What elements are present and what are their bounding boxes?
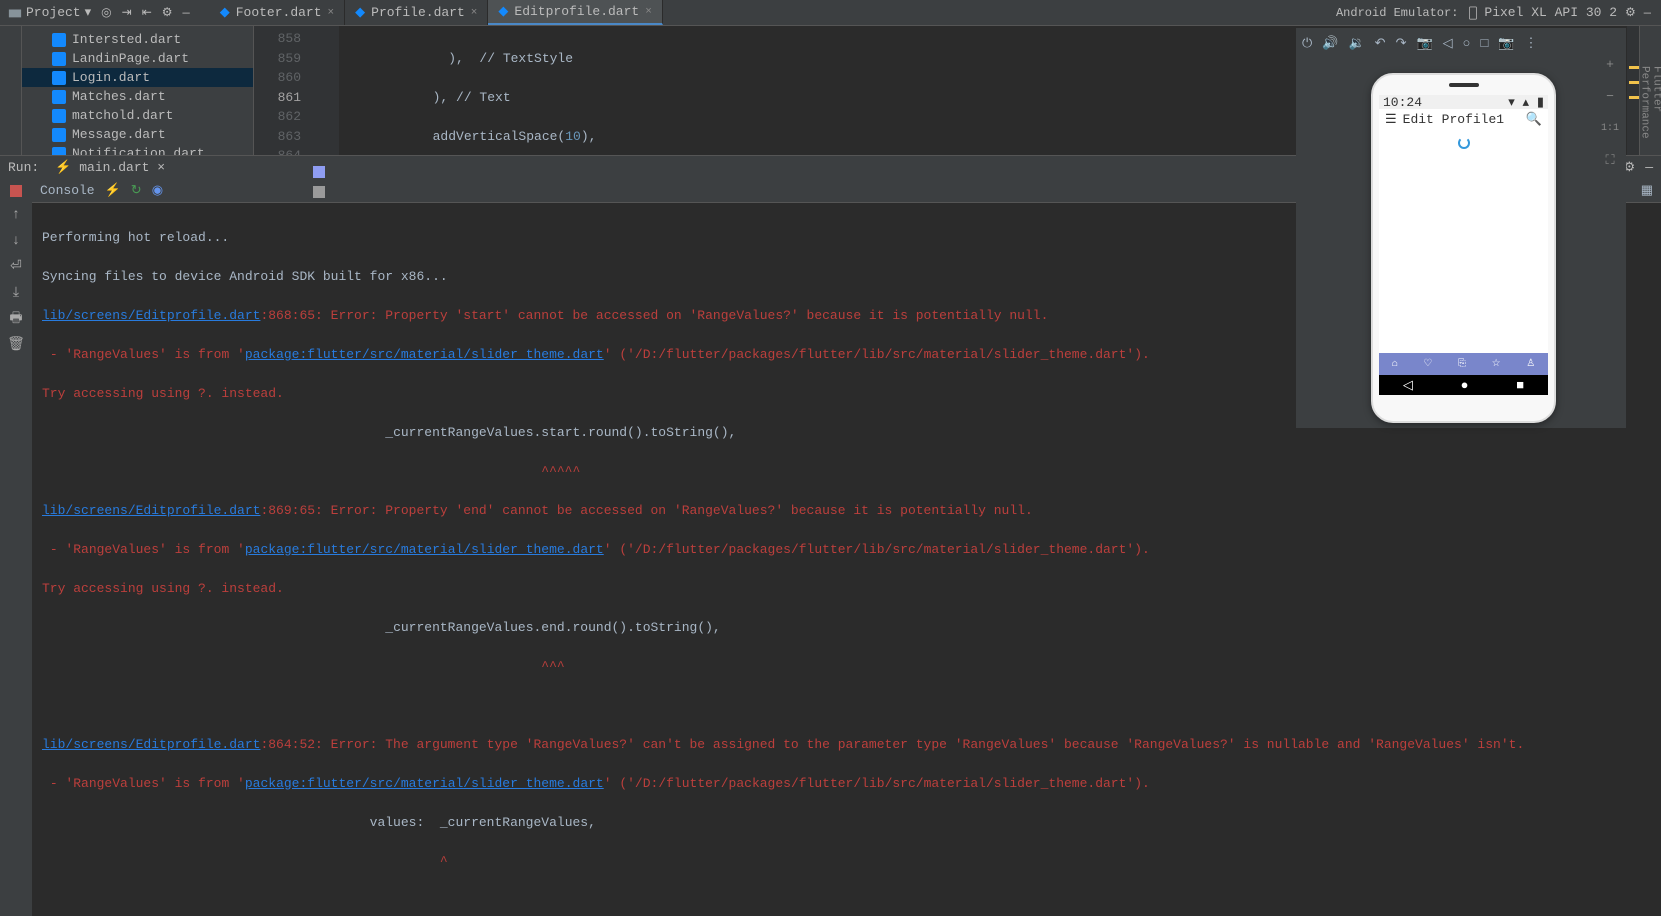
print-icon[interactable]: 🖶 [8, 311, 24, 327]
top-toolbar: Project ▾ ◎ ⇥ ⇤ ⚙ — ◆Footer.dart×◆Profil… [0, 0, 1661, 26]
dart-file-icon [52, 90, 66, 104]
dart-file-icon [52, 71, 66, 85]
emulator-panel: ⏻ 🔊 🔉 ↶ ↷ 📷 ◁ ○ □ 📷 ⋮ 10:24▾ ▴ ▮ ☰ Edit … [1296, 28, 1626, 428]
console-layout-icon[interactable]: ▦ [1641, 183, 1653, 198]
color-swatch-blue [313, 166, 325, 178]
home-icon[interactable]: ○ [1463, 36, 1471, 51]
run-config-tab[interactable]: ⚡ main.dart × [49, 158, 171, 177]
scroll-icon[interactable]: ⤓ [8, 285, 24, 301]
overview-icon[interactable]: □ [1480, 36, 1488, 51]
zoom-in-button[interactable]: + [1600, 54, 1620, 74]
trash-icon[interactable]: 🗑 [8, 337, 24, 353]
nav-inbox-icon[interactable]: ⎘ [1458, 358, 1466, 370]
dart-file-icon [52, 33, 66, 47]
up-icon[interactable]: ↑ [8, 207, 24, 223]
toolbar-gear-icon[interactable]: ⚙ [1625, 5, 1636, 20]
zoom-ratio-label: 1:1 [1600, 118, 1620, 138]
error-stripe[interactable] [1627, 26, 1639, 155]
phone-icon [1466, 6, 1480, 20]
tree-file-item[interactable]: Login.dart [22, 68, 253, 87]
project-tree[interactable]: Intersted.dartLandinPage.dartLogin.dartM… [22, 26, 254, 155]
stop-button[interactable] [10, 185, 22, 197]
hide-icon[interactable]: — [183, 6, 190, 20]
expand-icon[interactable]: ⇥ [122, 5, 132, 20]
sys-recent-icon[interactable]: ■ [1516, 378, 1524, 393]
minimize-icon[interactable]: — [1644, 6, 1651, 20]
rotate-right-icon[interactable]: ↷ [1396, 36, 1407, 51]
nav-user-icon[interactable]: ♙ [1526, 358, 1535, 370]
tree-file-item[interactable]: Notification.dart [22, 144, 253, 155]
phone-status-bar: 10:24▾ ▴ ▮ [1379, 95, 1548, 109]
dart-file-icon [52, 128, 66, 142]
flutter-performance-tab[interactable]: Flutter Performance [1639, 66, 1661, 139]
devtools-icon[interactable]: ◉ [152, 183, 163, 198]
wrap-icon[interactable]: ⏎ [8, 259, 24, 275]
device-selector[interactable]: Pixel XL API 30 2 [1466, 5, 1617, 20]
app-header: ☰ Edit Profile1 🔍 [1379, 109, 1548, 129]
target-icon[interactable]: ◎ [101, 5, 111, 20]
hot-reload-icon[interactable]: ⚡ [105, 183, 121, 198]
project-dropdown[interactable]: Project ▾ [8, 5, 91, 20]
dart-file-icon [52, 147, 66, 155]
dart-file-icon [52, 109, 66, 123]
loading-spinner-icon [1458, 137, 1470, 149]
sys-back-icon[interactable]: ◁ [1403, 378, 1413, 393]
color-swatch-gray [313, 186, 325, 198]
volume-up-icon[interactable]: 🔊 [1322, 36, 1338, 51]
console-left-toolbar: ↑ ↓ ⏎ ⤓ 🖶 🗑 [0, 179, 32, 916]
hot-restart-icon[interactable]: ↻ [131, 183, 142, 198]
rotate-left-icon[interactable]: ↶ [1375, 36, 1386, 51]
speaker-icon [1449, 83, 1479, 87]
nav-home-icon[interactable]: ⌂ [1392, 359, 1398, 370]
console-tab[interactable]: Console [40, 183, 95, 198]
collapse-icon[interactable]: ⇤ [142, 5, 152, 20]
editor-tab[interactable]: ◆Profile.dart× [345, 0, 488, 25]
settings-icon[interactable]: ⚙ [162, 5, 173, 20]
camera-icon[interactable]: 📷 [1498, 36, 1514, 51]
system-nav: ◁ ● ■ [1379, 375, 1548, 395]
power-icon[interactable]: ⏻ [1302, 36, 1312, 51]
right-tool-rail: Flutter Performance Flutter Inspector No… [1639, 26, 1661, 155]
left-tool-rail [0, 26, 22, 155]
app-bottom-nav: ⌂ ♡ ⎘ ☆ ♙ [1379, 353, 1548, 375]
phone-frame: 10:24▾ ▴ ▮ ☰ Edit Profile1 🔍 ⌂ ♡ ⎘ ☆ ♙ ◁… [1371, 73, 1556, 423]
sys-home-icon[interactable]: ● [1461, 378, 1469, 393]
tree-file-item[interactable]: matchold.dart [22, 106, 253, 125]
run-label: Run: [8, 160, 39, 175]
folder-icon [8, 6, 22, 20]
tree-file-item[interactable]: Intersted.dart [22, 30, 253, 49]
dart-file-icon [52, 52, 66, 66]
tree-file-item[interactable]: Matches.dart [22, 87, 253, 106]
nav-star-icon[interactable]: ☆ [1492, 358, 1501, 370]
more-icon[interactable]: ⋮ [1524, 36, 1537, 51]
editor-tabs: ◆Footer.dart×◆Profile.dart×◆Editprofile.… [210, 0, 663, 25]
back-icon[interactable]: ◁ [1443, 36, 1453, 51]
zoom-out-button[interactable]: − [1600, 86, 1620, 106]
tree-file-item[interactable]: LandinPage.dart [22, 49, 253, 68]
editor-tab[interactable]: ◆Editprofile.dart× [488, 0, 662, 25]
zoom-fit-button[interactable]: ⛶ [1600, 150, 1620, 170]
gutter-markers [309, 26, 339, 155]
volume-down-icon[interactable]: 🔉 [1348, 36, 1364, 51]
search-icon[interactable]: 🔍 [1526, 112, 1542, 127]
device-target-label: Android Emulator: [1336, 6, 1458, 20]
run-hide-icon[interactable]: — [1645, 160, 1653, 175]
nav-heart-icon[interactable]: ♡ [1423, 358, 1432, 370]
tree-file-item[interactable]: Message.dart [22, 125, 253, 144]
down-icon[interactable]: ↓ [8, 233, 24, 249]
screenshot-icon[interactable]: 📷 [1416, 36, 1432, 51]
editor-tab[interactable]: ◆Footer.dart× [210, 0, 345, 25]
line-gutter: 8588598608618628638648658668678688698708… [254, 26, 309, 155]
emulator-zoom-controls: + − 1:1 ⛶ [1597, 54, 1623, 170]
